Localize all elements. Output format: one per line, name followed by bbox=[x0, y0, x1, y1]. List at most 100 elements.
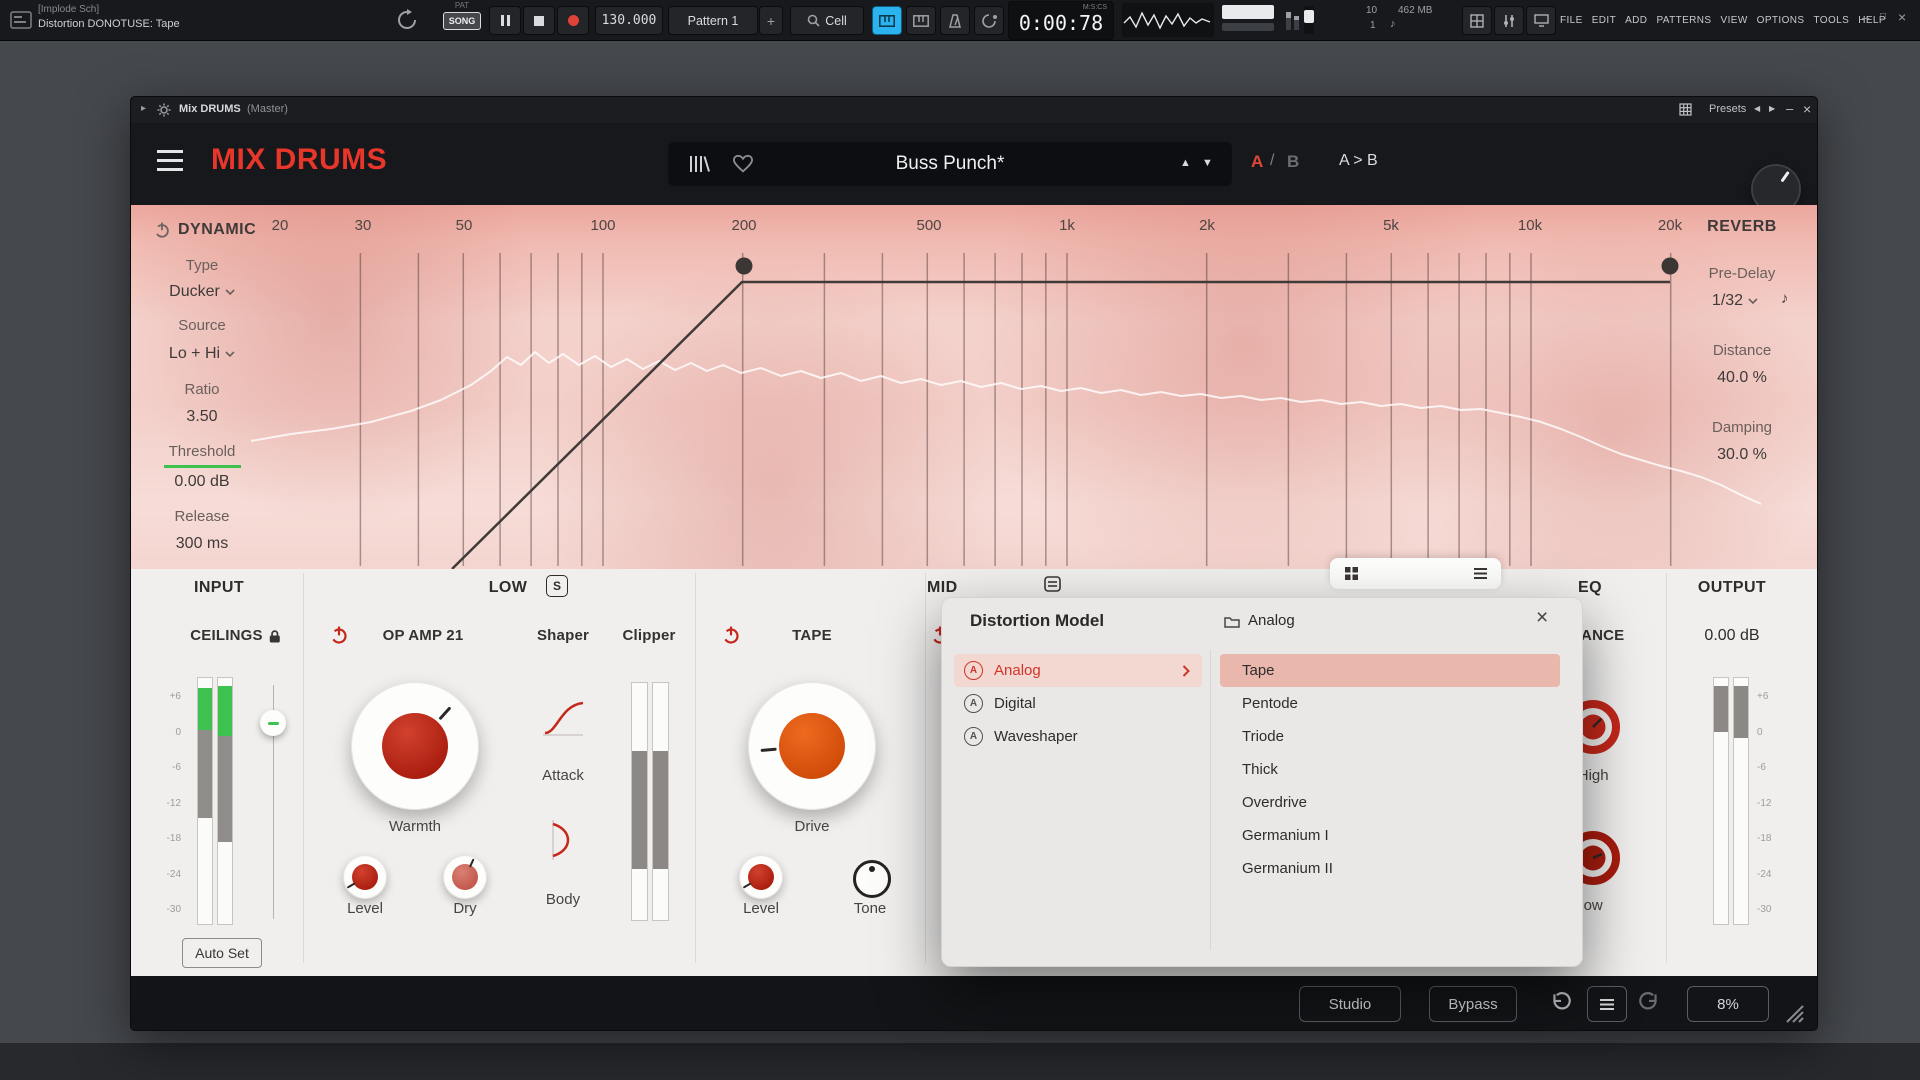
gear-icon[interactable] bbox=[157, 103, 171, 117]
preset-name[interactable]: Buss Punch* bbox=[668, 142, 1232, 186]
auto-set-button[interactable]: Auto Set bbox=[182, 938, 262, 968]
preset-prev-icon[interactable]: ◀ bbox=[1754, 104, 1760, 113]
sync-note-icon[interactable]: ♪ bbox=[1781, 290, 1789, 307]
plugin-close-button[interactable]: × bbox=[1803, 101, 1811, 117]
band-tab[interactable] bbox=[1330, 558, 1501, 589]
type-dropdown[interactable]: Ducker bbox=[169, 283, 235, 301]
footer-menu-button[interactable] bbox=[1587, 986, 1627, 1022]
midi-keyboard-button[interactable] bbox=[906, 6, 936, 35]
menu-patterns[interactable]: PATTERNS bbox=[1656, 15, 1711, 26]
mid-section-icon[interactable] bbox=[1044, 576, 1061, 592]
power-icon[interactable] bbox=[153, 221, 171, 239]
model-category-digital[interactable]: A Digital bbox=[954, 687, 1202, 720]
presets-label[interactable]: Presets bbox=[1709, 103, 1746, 115]
model-item-germanium-1[interactable]: Germanium I bbox=[1220, 819, 1560, 852]
threshold-value[interactable]: 0.00 dB bbox=[174, 473, 229, 491]
eq-graph[interactable] bbox=[131, 205, 1817, 569]
menu-edit[interactable]: EDIT bbox=[1592, 15, 1616, 26]
stop-button[interactable] bbox=[523, 6, 555, 35]
model-item-triode[interactable]: Triode bbox=[1220, 720, 1560, 753]
tape-power-icon[interactable] bbox=[721, 625, 741, 645]
redo-icon[interactable] bbox=[1637, 990, 1661, 1014]
tape-level-knob[interactable] bbox=[739, 855, 783, 899]
fl-logo-icon[interactable] bbox=[8, 7, 34, 33]
model-item-pentode[interactable]: Pentode bbox=[1220, 687, 1560, 720]
sync-icon[interactable] bbox=[395, 8, 419, 32]
model-item-germanium-2[interactable]: Germanium II bbox=[1220, 852, 1560, 885]
ab-slot-b[interactable]: B bbox=[1287, 152, 1299, 172]
playlist-button[interactable] bbox=[1462, 6, 1492, 35]
warmth-knob[interactable] bbox=[351, 682, 479, 810]
eq-node-20khz[interactable] bbox=[1662, 258, 1679, 275]
ratio-value[interactable]: 3.50 bbox=[186, 408, 217, 426]
preset-down-icon[interactable]: ▼ bbox=[1202, 157, 1213, 169]
tempo-display[interactable]: 130.000 bbox=[595, 6, 663, 35]
menu-file[interactable]: FILE bbox=[1560, 15, 1583, 26]
preset-up-icon[interactable]: ▲ bbox=[1180, 157, 1191, 169]
record-button[interactable] bbox=[557, 6, 589, 35]
menu-options[interactable]: OPTIONS bbox=[1757, 15, 1805, 26]
ab-slot-a[interactable]: A bbox=[1251, 152, 1263, 172]
body-curve-icon[interactable] bbox=[539, 816, 587, 864]
pattern-selector[interactable]: Pattern 1 bbox=[668, 6, 758, 35]
menu-tools[interactable]: TOOLS bbox=[1813, 15, 1849, 26]
source-dropdown[interactable]: Lo + Hi bbox=[169, 345, 235, 363]
undo-icon[interactable] bbox=[1549, 990, 1573, 1014]
plugin-minimize-button[interactable]: – bbox=[1786, 101, 1793, 116]
model-category-waveshaper[interactable]: A Waveshaper bbox=[954, 720, 1202, 753]
model-item-thick[interactable]: Thick bbox=[1220, 753, 1560, 786]
opamp-level-knob[interactable] bbox=[343, 855, 387, 899]
plugin-titlebar[interactable]: ▸ Mix DRUMS (Master) Presets ◀ ▶ – × bbox=[131, 97, 1817, 123]
pause-button[interactable] bbox=[489, 6, 521, 35]
window-minimize-button[interactable]: – bbox=[1862, 10, 1869, 25]
time-display-panel[interactable]: M:S:CS 0:00:78 bbox=[1008, 1, 1114, 40]
slider-handle[interactable] bbox=[1304, 10, 1314, 23]
typing-keyboard-button[interactable] bbox=[872, 6, 902, 35]
damping-value[interactable]: 30.0 % bbox=[1717, 446, 1767, 464]
eq-display[interactable]: DYNAMIC 20 30 50 100 200 500 1k 2k 5k 10… bbox=[131, 205, 1817, 569]
opamp-power-icon[interactable] bbox=[329, 625, 349, 645]
popup-breadcrumb[interactable]: Analog bbox=[1248, 612, 1295, 629]
lock-icon[interactable] bbox=[269, 629, 282, 643]
preset-next-icon[interactable]: ▶ bbox=[1769, 104, 1775, 113]
oscilloscope[interactable] bbox=[1122, 3, 1214, 37]
presets-grid-icon[interactable] bbox=[1679, 103, 1692, 116]
resize-handle[interactable] bbox=[1783, 1002, 1807, 1024]
pat-label[interactable]: PAT bbox=[440, 1, 484, 10]
low-solo-button[interactable]: S bbox=[546, 575, 568, 597]
model-category-analog[interactable]: A Analog bbox=[954, 654, 1202, 687]
mixer-button[interactable] bbox=[1494, 6, 1524, 35]
drive-knob[interactable] bbox=[748, 682, 876, 810]
distance-value[interactable]: 40.0 % bbox=[1717, 369, 1767, 387]
menu-view[interactable]: VIEW bbox=[1721, 15, 1748, 26]
menu-add[interactable]: ADD bbox=[1625, 15, 1647, 26]
master-volume-slider[interactable] bbox=[1304, 6, 1314, 34]
cell-selector[interactable]: Cell bbox=[790, 6, 864, 35]
eq-node-200hz[interactable] bbox=[736, 258, 753, 275]
release-value[interactable]: 300 ms bbox=[176, 535, 228, 553]
add-pattern-button[interactable]: + bbox=[759, 6, 783, 35]
song-mode-button[interactable]: SONG bbox=[443, 12, 481, 30]
channel-rack-button[interactable] bbox=[1526, 6, 1556, 35]
tape-tone-knob[interactable] bbox=[853, 860, 891, 898]
wait-for-input-button[interactable] bbox=[974, 6, 1004, 35]
zoom-level-button[interactable]: 8% bbox=[1687, 986, 1769, 1022]
metronome-button[interactable] bbox=[940, 6, 970, 35]
predelay-dropdown[interactable]: 1/32 bbox=[1712, 292, 1758, 310]
playlist-scroll-thumb[interactable] bbox=[1222, 5, 1274, 19]
attack-curve-icon[interactable] bbox=[539, 693, 587, 741]
model-item-overdrive[interactable]: Overdrive bbox=[1220, 786, 1560, 819]
ceiling-slider-handle[interactable] bbox=[260, 710, 286, 736]
bypass-button[interactable]: Bypass bbox=[1429, 986, 1517, 1022]
threshold-slider[interactable] bbox=[164, 465, 241, 468]
model-item-tape[interactable]: Tape bbox=[1220, 654, 1560, 687]
playlist-scroll-track[interactable] bbox=[1222, 23, 1274, 31]
expand-caret-icon[interactable]: ▸ bbox=[141, 103, 146, 114]
studio-quality-button[interactable]: Studio bbox=[1299, 986, 1401, 1022]
ab-copy-button[interactable]: A > B bbox=[1339, 152, 1378, 170]
popup-close-icon[interactable]: × bbox=[1536, 606, 1548, 630]
window-maximize-button[interactable]: □ bbox=[1880, 11, 1886, 22]
window-close-button[interactable]: × bbox=[1898, 9, 1906, 25]
hamburger-menu-icon[interactable] bbox=[157, 150, 183, 171]
opamp-dry-knob[interactable] bbox=[443, 855, 487, 899]
